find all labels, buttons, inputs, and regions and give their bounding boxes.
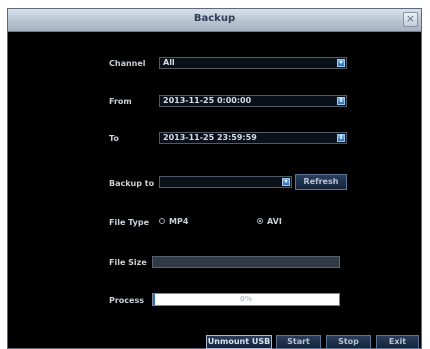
window-title: Backup bbox=[193, 13, 236, 24]
exit-button[interactable]: Exit bbox=[376, 335, 419, 349]
from-label: From bbox=[109, 97, 132, 106]
file-size-field bbox=[152, 256, 340, 268]
refresh-button[interactable]: Refresh bbox=[295, 174, 347, 190]
radio-selected-icon bbox=[257, 217, 263, 224]
backup-to-select[interactable]: ▾ bbox=[159, 176, 292, 188]
progress-bar: 0% bbox=[152, 293, 340, 306]
dropdown-arrow-icon[interactable]: ▾ bbox=[337, 59, 345, 67]
radio-mp4[interactable]: MP4 bbox=[159, 217, 188, 226]
channel-label: Channel bbox=[109, 59, 146, 68]
dropdown-arrow-icon[interactable]: ▾ bbox=[282, 178, 290, 186]
spinner-icon[interactable]: ⇕ bbox=[337, 134, 345, 142]
backup-to-label: Backup to bbox=[109, 179, 155, 188]
radio-mp4-label: MP4 bbox=[169, 217, 189, 226]
radio-unselected-icon bbox=[159, 217, 165, 224]
stop-button[interactable]: Stop bbox=[326, 335, 371, 349]
channel-select[interactable]: All ▾ bbox=[159, 57, 347, 69]
close-icon: × bbox=[405, 12, 416, 25]
close-button[interactable]: × bbox=[403, 12, 418, 27]
title-bar: Backup × bbox=[8, 9, 421, 32]
file-size-label: File Size bbox=[109, 258, 147, 267]
process-label: Process bbox=[109, 296, 144, 305]
spinner-icon[interactable]: ⇕ bbox=[337, 97, 345, 105]
from-value: 2013-11-25 0:00:00 bbox=[163, 96, 252, 105]
unmount-usb-button[interactable]: Unmount USB bbox=[206, 335, 272, 349]
channel-value: All bbox=[163, 58, 175, 67]
to-datetime-field[interactable]: 2013-11-25 23:59:59 ⇕ bbox=[159, 132, 347, 144]
radio-avi-label: AVI bbox=[267, 217, 282, 226]
to-label: To bbox=[109, 134, 119, 143]
to-value: 2013-11-25 23:59:59 bbox=[163, 133, 257, 142]
backup-window: Backup × Channel All ▾ From 2013-11-25 0… bbox=[7, 8, 422, 349]
radio-avi[interactable]: AVI bbox=[257, 217, 282, 226]
from-datetime-field[interactable]: 2013-11-25 0:00:00 ⇕ bbox=[159, 95, 347, 107]
start-button[interactable]: Start bbox=[276, 335, 321, 349]
progress-text: 0% bbox=[240, 295, 252, 303]
file-type-label: File Type bbox=[109, 218, 150, 227]
